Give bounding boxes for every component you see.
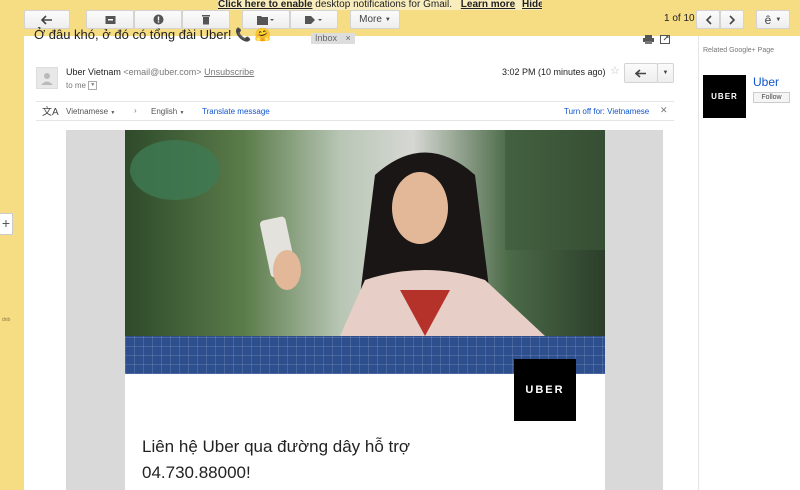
- translate-to-label: English: [151, 107, 178, 116]
- recipient-line[interactable]: to me ▼: [66, 81, 98, 91]
- uber-logo: UBER: [514, 359, 576, 421]
- enable-notifications-link[interactable]: Click here to enable: [218, 0, 312, 10]
- report-spam-icon: [153, 14, 163, 25]
- translate-from-label: Vietnamese: [66, 107, 109, 116]
- email-subject: Ở đâu khó, ở đó có tổng đài Uber! 📞 🤗: [34, 27, 271, 43]
- arrow-right-icon: ›: [134, 106, 137, 115]
- translate-to[interactable]: English ▼: [151, 107, 184, 116]
- sender-line: Uber Vietnam <email@uber.com> Unsubscrib…: [66, 67, 254, 77]
- left-rail: [0, 0, 24, 490]
- folder-icon: [257, 15, 274, 25]
- chevron-down-icon: ▼: [110, 110, 116, 116]
- more-label: More: [359, 14, 382, 25]
- hero-image: [125, 130, 605, 336]
- recipient-text: to me: [66, 81, 87, 90]
- uber-page-link[interactable]: Uber: [753, 75, 779, 89]
- labels-button[interactable]: [290, 10, 338, 29]
- chevron-right-icon: [728, 14, 735, 25]
- chevron-down-icon: ▼: [384, 16, 391, 23]
- archive-icon: [105, 15, 115, 24]
- follow-button[interactable]: Follow: [753, 92, 790, 103]
- label-tag-icon: [305, 15, 322, 24]
- hide-link[interactable]: Hide: [522, 0, 542, 10]
- chevron-down-icon: ▼: [775, 16, 782, 23]
- notification-bar: Click here to enable desktop notificatio…: [218, 0, 542, 10]
- chevron-down-icon: ▼: [179, 110, 185, 116]
- translate-icon: 文A: [42, 107, 59, 118]
- learn-more-link[interactable]: Learn more: [461, 0, 515, 10]
- older-button[interactable]: [696, 10, 720, 29]
- trash-icon: [202, 15, 210, 25]
- print-icon[interactable]: [643, 35, 654, 47]
- close-icon[interactable]: ×: [346, 33, 351, 43]
- left-rail-mark: dnb: [2, 317, 11, 323]
- reply-button[interactable]: [624, 63, 658, 83]
- star-icon[interactable]: ☆: [610, 64, 620, 77]
- more-actions-button[interactable]: ▼: [657, 63, 674, 83]
- chevron-down-icon[interactable]: ▼: [88, 81, 98, 91]
- newer-button[interactable]: [720, 10, 744, 29]
- more-button[interactable]: More ▼: [350, 10, 400, 29]
- chevron-left-icon: [705, 14, 712, 25]
- new-window-icon[interactable]: [660, 35, 670, 47]
- unsubscribe-link[interactable]: Unsubscribe: [204, 67, 254, 77]
- inbox-label-text: Inbox: [315, 33, 338, 43]
- input-tool-label: ê: [764, 12, 772, 27]
- pager-count: 1 of 10: [664, 13, 695, 24]
- translate-from[interactable]: Vietnamese ▼: [66, 107, 115, 116]
- subject-text: Ở đâu khó, ở đó có tổng đài Uber!: [34, 27, 232, 42]
- email-time: 3:02 PM (10 minutes ago): [502, 67, 606, 77]
- turn-off-translation-link[interactable]: Turn off for: Vietnamese: [564, 107, 649, 116]
- back-arrow-icon: [41, 14, 52, 25]
- uber-page-avatar[interactable]: UBER: [703, 75, 746, 118]
- sender-name[interactable]: Uber Vietnam: [66, 67, 121, 77]
- translate-message-link[interactable]: Translate message: [202, 107, 270, 116]
- reply-icon: [635, 68, 646, 78]
- subject-emoji: 📞 🤗: [235, 27, 272, 42]
- inbox-label-chip[interactable]: Inbox ×: [311, 33, 355, 44]
- sender-email: <email@uber.com>: [123, 67, 202, 77]
- email-headline: Liên hệ Uber qua đường dây hỗ trợ 04.730…: [142, 437, 411, 482]
- avatar: [36, 67, 58, 89]
- input-tools-button[interactable]: ê ▼: [756, 10, 790, 29]
- add-icon[interactable]: +: [0, 213, 13, 235]
- related-page-title: Related Google+ Page: [703, 47, 775, 54]
- close-icon[interactable]: ✕: [660, 105, 668, 116]
- chevron-down-icon: ▼: [662, 70, 669, 76]
- notification-text: desktop notifications for Gmail.: [312, 0, 452, 10]
